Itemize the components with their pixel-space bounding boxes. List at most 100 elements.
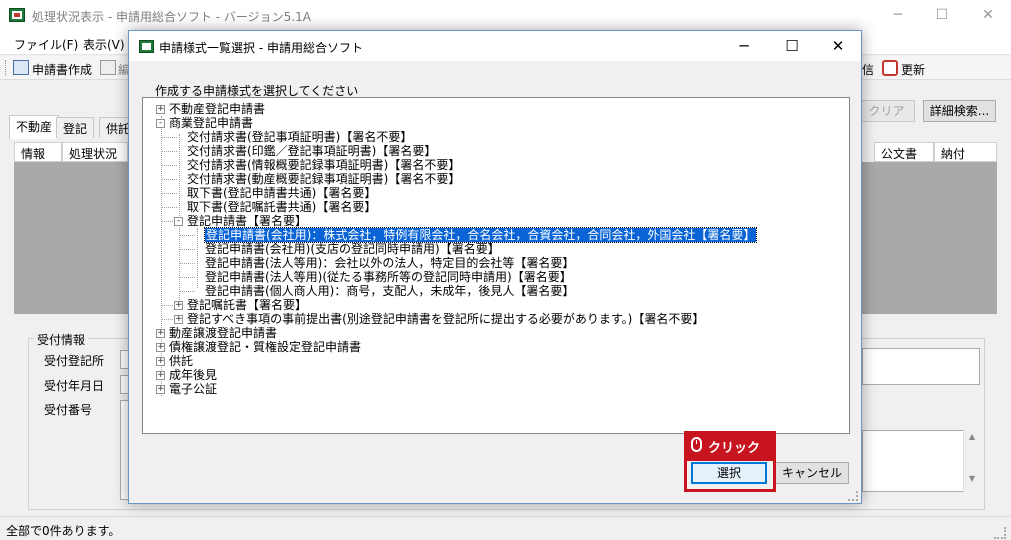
tree-connector [179,263,195,264]
tree-connector [161,151,177,152]
tree-item[interactable]: 交付請求書(動産概要記録事項証明書)【署名不要】 [187,172,460,186]
notes-scrollbar[interactable]: ▲ ▼ [963,430,980,492]
column-payment[interactable]: 納付 [934,142,997,162]
dialog-title: 申請様式一覧選択 - 申請用総合ソフト [159,41,363,55]
click-callout-tag: クリック [684,431,776,459]
tree-item-label: 取下書(登記嘱託書共通)【署名要】 [187,200,377,214]
dialog-app-icon [139,40,154,53]
tree-connector [161,165,177,166]
tree-collapse-icon[interactable]: - [156,119,165,128]
edit-icon [100,60,116,75]
tree-connector [179,291,195,292]
tree-item[interactable]: 交付請求書(情報概要記録事項証明書)【署名不要】 [187,158,460,172]
tree-item[interactable]: 交付請求書(登記事項証明書)【署名不要】 [187,130,412,144]
tree-expand-icon[interactable]: + [156,357,165,366]
tree-item-label: 債権譲渡登記・質権設定登記申請書 [169,340,362,354]
tree-expand-icon[interactable]: + [156,105,165,114]
send-button-partial[interactable]: 信 [862,61,874,78]
tab-real-estate[interactable]: 不動産 [9,115,60,139]
dialog-resize-grip-icon[interactable] [848,491,858,501]
tree-expand-icon[interactable]: + [156,329,165,338]
click-highlight-frame [684,458,776,492]
menu-view[interactable]: 表示(V) [83,36,125,53]
tree-item[interactable]: 動産譲渡登記申請書 [169,326,277,340]
tree-item[interactable]: 商業登記申請書 [169,116,253,130]
tree-item[interactable]: 不動産登記申請書 [169,102,265,116]
status-text: 全部で0件あります。 [6,524,121,538]
tree-expand-icon[interactable]: + [174,301,183,310]
column-official-doc[interactable]: 公文書 [874,142,934,162]
tree-connector [161,207,177,208]
status-bar: 全部で0件あります。 [0,516,1011,540]
main-title-bar: 処理状況表示 - 申請用総合ソフト - バージョン5.1A ─ ☐ ✕ [0,0,1011,31]
tree-connector [161,137,177,138]
close-icon[interactable]: ✕ [965,0,1011,31]
click-callout-text: クリック [708,441,761,456]
form-tree[interactable]: + 不動産登記申請書 - 商業登記申請書 交付請求書(登記事項証明書)【署名不要】 交付請… [142,97,850,434]
tree-expand-icon[interactable]: + [156,371,165,380]
tree-item[interactable]: 登記申請書(会社用)(支店の登記同時申請用)【署名要】 [205,242,500,256]
reception-office-label: 受付登記所 [44,354,105,368]
tree-item[interactable]: 登記申請書(法人等用)(従たる事務所等の登記同時申請用)【署名要】 [205,270,572,284]
dialog-maximize-icon[interactable]: ☐ [769,31,815,61]
cancel-button[interactable]: キャンセル [775,462,849,484]
toolbar-grip [5,60,8,76]
tree-collapse-icon[interactable]: - [174,217,183,226]
tree-expand-icon[interactable]: + [174,315,183,324]
tree-item[interactable]: 供託 [169,354,193,368]
resize-grip-icon[interactable] [994,527,1006,539]
column-info[interactable]: 情報 [14,142,62,162]
dialog-title-bar: 申請様式一覧選択 - 申請用総合ソフト ─ ☐ ✕ [129,31,861,61]
maximize-icon[interactable]: ☐ [919,0,965,31]
create-application-button[interactable]: 申請書作成 [32,61,92,78]
column-status[interactable]: 処理状況 [62,142,128,162]
tree-item-label: 交付請求書(動産概要記録事項証明書)【署名不要】 [187,172,461,186]
right-info-box[interactable] [862,348,980,385]
tree-guide-line [161,116,162,396]
tree-item-label: 電子公証 [169,382,218,396]
dialog-minimize-icon[interactable]: ─ [721,31,767,61]
tree-item-label: 交付請求書(登記事項証明書)【署名不要】 [187,130,413,144]
tree-item-label: 供託 [169,354,194,368]
tree-guide-line [197,228,198,288]
tree-item-label: 成年後見 [169,368,218,382]
tree-item-label: 交付請求書(情報概要記録事項証明書)【署名不要】 [187,158,461,172]
tree-item-label: 登記申請書(法人等用)(従たる事務所等の登記同時申請用)【署名要】 [205,270,572,284]
tree-expand-icon[interactable]: + [156,343,165,352]
minimize-icon[interactable]: ─ [875,0,921,31]
tree-item-label: 商業登記申請書 [169,116,254,130]
tree-item[interactable]: 登記すべき事項の事前提出書(別途登記申請書を登記所に提出する必要があります。)【… [187,312,704,326]
tree-connector [161,193,177,194]
tree-item-selected[interactable]: 登記申請書(会社用)：株式会社，特例有限会社，合名会社，合資会社，合同会社，外国… [203,227,758,243]
tree-connector [179,277,195,278]
tree-item-label: 交付請求書(印鑑／登記事項証明書)【署名要】 [187,144,437,158]
tab-registration[interactable]: 登記 [56,117,95,138]
tree-item[interactable]: 取下書(登記嘱託書共通)【署名要】 [187,200,376,214]
tree-expand-icon[interactable]: + [156,385,165,394]
tree-item[interactable]: 登記申請書(個人商人用)：商号，支配人，未成年，後見人【署名要】 [205,284,574,298]
mouse-icon [691,437,702,452]
tree-item[interactable]: 電子公証 [169,382,217,396]
app-icon [9,8,25,22]
tree-item[interactable]: 登記申請書【署名要】 [187,214,307,228]
refresh-button[interactable]: 更新 [901,61,925,78]
tree-item[interactable]: 登記嘱託書【署名要】 [187,298,307,312]
tree-item-label: 登記申請書(法人等用)：会社以外の法人，特定目的会社等【署名要】 [205,256,575,270]
refresh-icon [882,60,898,76]
tree-connector [179,249,195,250]
menu-file[interactable]: ファイル(F) [14,36,78,53]
tree-item-label: 登記申請書【署名要】 [187,214,308,228]
tree-item[interactable]: 成年後見 [169,368,217,382]
tree-item-label: 不動産登記申請書 [169,102,266,116]
reception-number-label: 受付番号 [44,403,93,417]
tree-item[interactable]: 登記申請書(法人等用)：会社以外の法人，特定目的会社等【署名要】 [205,256,574,270]
tree-connector [179,235,195,236]
tree-item-label: 動産譲渡登記申請書 [169,326,278,340]
tree-item[interactable]: 債権譲渡登記・質権設定登記申請書 [169,340,361,354]
document-icon [13,60,29,75]
tree-item[interactable]: 交付請求書(印鑑／登記事項証明書)【署名要】 [187,144,436,158]
dialog-close-icon[interactable]: ✕ [815,31,861,61]
tree-item-label: 登記すべき事項の事前提出書(別途登記申請書を登記所に提出する必要があります。)【… [187,312,705,326]
main-window-title: 処理状況表示 - 申請用総合ソフト - バージョン5.1A [32,10,311,24]
tree-item[interactable]: 取下書(登記申請書共通)【署名要】 [187,186,376,200]
